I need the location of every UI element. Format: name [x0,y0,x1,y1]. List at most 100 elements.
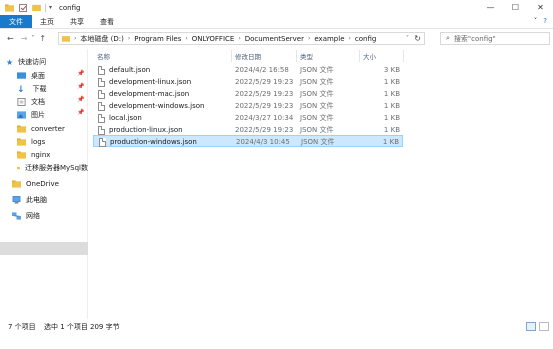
file-icon [98,101,105,111]
tab-file[interactable]: 文件 [0,15,32,28]
close-button[interactable]: ✕ [528,0,553,15]
column-header-size[interactable]: 大小 [363,50,376,62]
up-button[interactable]: ↑ [39,34,46,43]
sidebar-item-onedrive[interactable]: OneDrive [12,178,59,190]
file-name-cell: default.json [98,64,150,76]
file-type-cell: JSON 文件 [300,90,334,98]
tab-share[interactable]: 共享 [62,15,92,28]
sidebar-item-logs[interactable]: logs [17,136,45,148]
file-row[interactable]: default.json 2024/4/2 16:58 JSON 文件 3 KB [93,64,403,76]
file-icon [98,77,105,87]
back-button[interactable]: ← [7,34,14,43]
file-type-cell: JSON 文件 [301,138,335,146]
breadcrumb-example[interactable]: example [314,35,344,43]
details-view-button[interactable] [526,322,536,331]
sidebar-item-documents[interactable]: 文档 [17,96,45,108]
title-bar: ▾ config — ☐ ✕ [0,0,553,15]
sidebar-item-network[interactable]: 网络 [12,210,40,222]
pictures-folder-icon [17,111,26,119]
column-header-date[interactable]: 修改日期 [235,50,261,62]
sidebar-item-label: nginx [31,151,51,159]
recent-locations-icon[interactable]: ˅ [31,35,34,42]
tab-view[interactable]: 查看 [92,15,122,28]
sidebar-item-converter[interactable]: converter [17,123,65,135]
sidebar-item-desktop[interactable]: 桌面 [17,70,45,82]
column-header-name[interactable]: 名称 [97,50,110,62]
documents-folder-icon [17,98,26,106]
selected-nav-highlight [0,242,88,255]
pin-icon: 📌 [77,96,85,103]
maximize-button[interactable]: ☐ [503,0,528,15]
file-size-cell: 3 KB [383,66,400,74]
breadcrumb-separator: › [127,35,131,42]
breadcrumb-config[interactable]: config [355,35,376,43]
sidebar-item-label: 图片 [31,111,45,119]
column-divider[interactable] [296,50,297,62]
breadcrumb-separator: › [238,35,241,42]
file-date-cell: 2024/3/27 10:34 [235,114,294,122]
search-icon: ⌕ [446,34,450,42]
file-icon [98,65,105,75]
customize-toolbar-icon[interactable]: ▾ [49,4,52,11]
sidebar-item-mysql-migration[interactable]: 迁移服务器MySql数 [17,162,88,174]
download-folder-icon: ↓ [17,85,25,95]
breadcrumb-separator: › [307,35,311,42]
file-type-cell: JSON 文件 [300,102,334,110]
folder-icon [17,138,26,146]
status-item-count: 7 个项目 [8,323,36,331]
search-box[interactable]: ⌕ 搜索"config" [440,32,550,45]
forward-button[interactable]: → [21,34,28,43]
cloud-icon [12,180,21,188]
sidebar-item-label: 此电脑 [26,196,47,204]
sidebar-item-quick-access[interactable]: ★ 快速访问 [6,56,46,68]
star-icon: ★ [6,58,14,67]
column-divider[interactable] [403,50,404,62]
address-bar[interactable]: › 本地磁盘 (D:) › Program Files › ONLYOFFICE… [58,32,425,45]
large-icons-view-button[interactable] [539,322,549,331]
folder-icon [17,125,26,133]
minimize-button[interactable]: — [478,0,503,15]
column-divider[interactable] [359,50,360,62]
sidebar-item-label: 快速访问 [18,58,47,66]
computer-icon [12,196,21,204]
file-date-cell: 2022/5/29 19:23 [235,102,294,110]
address-dropdown-icon[interactable]: ˅ [406,35,409,42]
breadcrumb-separator: › [348,35,351,42]
sidebar-item-downloads[interactable]: ↓ 下载 [17,83,47,95]
folder-icon [17,166,20,170]
folder-icon [5,3,14,12]
tab-home[interactable]: 主页 [32,15,62,28]
help-icon[interactable]: ? [543,17,547,25]
column-header-type[interactable]: 类型 [300,50,313,62]
sidebar-item-nginx[interactable]: nginx [17,149,50,161]
file-size-cell: 1 KB [383,78,400,86]
file-date-cell: 2022/5/29 19:23 [235,90,294,98]
file-row[interactable]: development-linux.json 2022/5/29 19:23 J… [93,76,403,88]
sidebar-item-pictures[interactable]: 图片 [17,109,45,121]
sidebar-item-this-pc[interactable]: 此电脑 [12,194,47,206]
sidebar-item-label: 桌面 [31,72,45,80]
refresh-button[interactable]: ↻ [414,34,421,43]
file-name-cell: development-mac.json [98,88,189,100]
file-row-selected[interactable]: production-windows.json 2024/4/3 10:45 J… [93,135,403,147]
search-placeholder: 搜索"config" [453,34,496,43]
breadcrumb-separator: › [74,35,77,42]
file-name-cell: development-linux.json [98,76,191,88]
breadcrumb-separator: › [185,35,188,42]
ribbon-tabs: 文件 主页 共享 查看 ˅ ? [0,15,553,29]
file-row[interactable]: development-windows.json 2022/5/29 19:23… [93,100,403,112]
new-folder-icon[interactable] [32,4,41,11]
expand-ribbon-icon[interactable]: ˅ [534,17,538,25]
file-date-cell: 2022/5/29 19:23 [235,78,294,86]
properties-icon[interactable] [19,3,27,12]
column-divider[interactable] [231,50,232,62]
breadcrumb-onlyoffice[interactable]: ONLYOFFICE [192,35,235,43]
file-type-cell: JSON 文件 [300,114,334,122]
folder-icon [62,36,70,42]
breadcrumb-drive[interactable]: 本地磁盘 (D:) [80,34,123,44]
breadcrumb-documentserver[interactable]: DocumentServer [245,35,304,43]
breadcrumb-program-files[interactable]: Program Files [134,35,181,43]
file-row[interactable]: development-mac.json 2022/5/29 19:23 JSO… [93,88,403,100]
view-switcher [526,322,549,331]
file-row[interactable]: local.json 2024/3/27 10:34 JSON 文件 1 KB [93,112,403,124]
